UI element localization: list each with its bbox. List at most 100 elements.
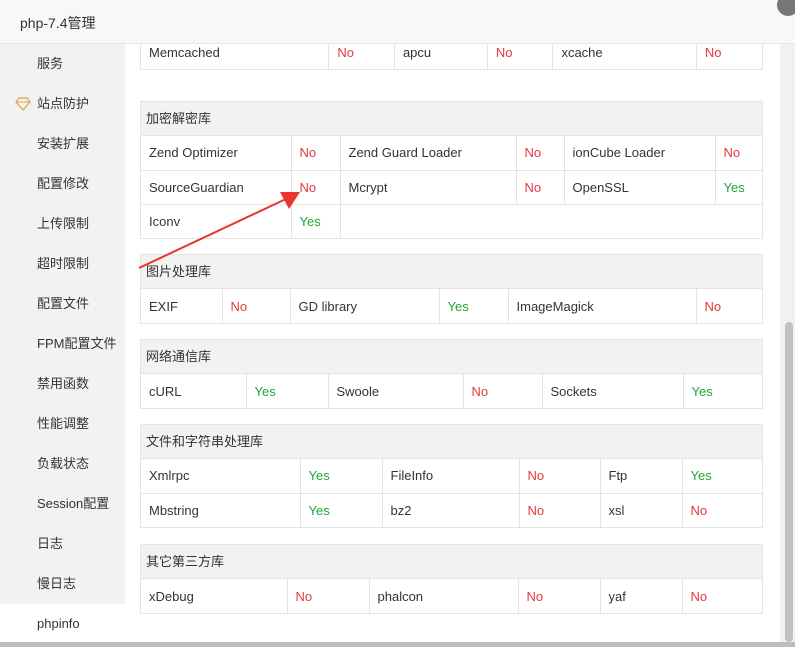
status-cell: No [519,493,601,527]
window-title: php-7.4管理 [20,15,96,31]
library-name-cell: SourceGuardian [141,170,292,205]
sidebar-item-label: 日志 [37,536,64,551]
status-cell: No [715,136,764,171]
status-cell: No [516,136,565,171]
library-name-cell: Iconv [141,204,292,238]
table-row: Memcached No apcu No xcache No [141,44,762,69]
sidebar-item-label: FPM配置文件 [37,336,117,351]
status-cell: No [516,170,565,205]
library-name-cell: GD library [290,289,440,323]
section-files: 文件和字符串处理库 Xmlrpc Yes FileInfo No Ftp Yes Mbstr… [140,424,764,528]
library-name-cell [340,204,764,238]
sidebar-item-6[interactable]: 配置文件 [0,284,125,324]
diamond-icon [15,97,31,111]
status-cell: No [704,44,722,60]
library-name-cell: Mcrypt [340,170,517,205]
status-cell: Yes [246,374,329,408]
scrollbar-thumb[interactable] [785,322,793,642]
sidebar-item-1[interactable]: 站点防护 [0,84,125,124]
library-name-cell: ionCube Loader [564,136,716,171]
sidebar-item-label: 慢日志 [37,576,77,591]
status-cell: Yes [291,204,341,238]
section-title-thirdparty: 其它第三方库 [141,545,762,579]
sidebar: 服务站点防护安装扩展配置修改 上传限制超时限制配置文件 FPM配置文件 禁用函数性能调… [0,44,125,647]
library-name-cell: ImageMagick [508,289,697,323]
sidebar-item-12[interactable]: 日志 [0,524,125,564]
library-name-cell: Sockets [542,374,684,408]
section-thirdparty: 其它第三方库 xDebug No phalcon No yaf No [140,544,763,614]
table-row: SourceGuardian No Mcrypt No OpenSSL Yes [141,170,764,205]
sidebar-item-8[interactable]: 禁用函数 [0,364,125,404]
library-name-cell: Swoole [328,374,464,408]
status-cell: No [222,289,291,323]
library-name-cell: yaf [600,579,683,613]
close-icon[interactable] [777,0,795,16]
cache-table: Memcached No apcu No xcache No [141,44,762,69]
network-table: cURL Yes Swoole No Sockets Yes [141,374,764,408]
section-title-files: 文件和字符串处理库 [141,425,762,459]
sidebar-item-9[interactable]: 性能调整 [0,404,125,444]
library-name-cell: phalcon [369,579,519,613]
section-title-crypto: 加密解密库 [141,102,762,136]
sidebar-item-label: 站点防护 [37,96,90,111]
library-name-cell: xsl [600,493,683,527]
status-cell: No [519,459,601,494]
status-cell: Yes [300,459,383,494]
library-name-cell: OpenSSL [564,170,716,205]
section-title-network: 网络通信库 [141,340,762,374]
files-table: Xmlrpc Yes FileInfo No Ftp Yes Mbstring Yes bz2 N… [141,459,764,527]
library-name-cell: EXIF [141,289,223,323]
bottom-scrollbar [0,642,795,647]
phpinfo-panel: Memcached No apcu No xcache No 加密解密库 Zend Opt… [125,44,780,647]
sidebar-item-label: Session配置 [37,496,110,511]
library-name-cell: FileInfo [382,459,520,494]
status-cell: No [291,170,341,205]
sidebar-item-14[interactable]: phpinfo [0,604,125,644]
section-cache: Memcached No apcu No xcache No [140,44,763,70]
status-cell: Yes [439,289,509,323]
crypto-table: Zend Optimizer No Zend Guard Loader No ionCu… [141,136,764,238]
sidebar-item-label: phpinfo [37,616,80,631]
sidebar-item-0[interactable]: 服务 [0,44,125,84]
table-row: EXIF No GD library Yes ImageMagick No [141,289,764,323]
status-cell: No [690,502,708,518]
section-crypto: 加密解密库 Zend Optimizer No Zend Guard Loader N… [140,101,764,239]
sidebar-item-label: 禁用函数 [37,376,90,391]
sidebar-item-label: 服务 [37,56,64,71]
sidebar-item-5[interactable]: 超时限制 [0,244,125,284]
status-cell: Yes [300,493,383,527]
library-name-cell: apcu [394,44,488,69]
section-title-image: 图片处理库 [141,255,762,289]
library-name-cell: xDebug [141,579,288,613]
table-row: Zend Optimizer No Zend Guard Loader No ionCu… [141,136,764,171]
window-titlebar: php-7.4管理 [0,0,795,44]
sidebar-item-10[interactable]: 负载状态 [0,444,125,484]
status-cell: No [463,374,543,408]
library-name-cell: xcache [552,44,697,69]
sidebar-item-label: 安装扩展 [37,136,90,151]
sidebar-item-7[interactable]: FPM配置文件 [0,324,125,364]
section-network: 网络通信库 cURL Yes Swoole No Sockets Yes [140,339,763,409]
sidebar-item-4[interactable]: 上传限制 [0,204,125,244]
status-cell: Yes [682,459,764,494]
sidebar-item-3[interactable]: 配置修改 [0,164,125,204]
sidebar-item-label: 性能调整 [37,416,90,431]
status-cell: No [291,136,341,171]
status-cell: No [690,588,708,604]
sidebar-item-label: 超时限制 [37,256,90,271]
vertical-scrollbar[interactable] [780,44,795,647]
sidebar-item-2[interactable]: 安装扩展 [0,124,125,164]
library-name-cell: bz2 [382,493,520,527]
status-cell: No [704,298,722,314]
status-cell: No [487,44,554,69]
table-row: xDebug No phalcon No yaf No [141,579,764,613]
sidebar-item-13[interactable]: 慢日志 [0,564,125,604]
status-cell: No [518,579,601,613]
library-name-cell: Mbstring [141,493,301,527]
sidebar-item-11[interactable]: Session配置 [0,484,125,524]
status-cell: No [287,579,370,613]
table-row: cURL Yes Swoole No Sockets Yes [141,374,764,408]
status-cell: Yes [691,383,713,399]
status-cell: Yes [715,170,764,205]
library-name-cell: Zend Guard Loader [340,136,517,171]
